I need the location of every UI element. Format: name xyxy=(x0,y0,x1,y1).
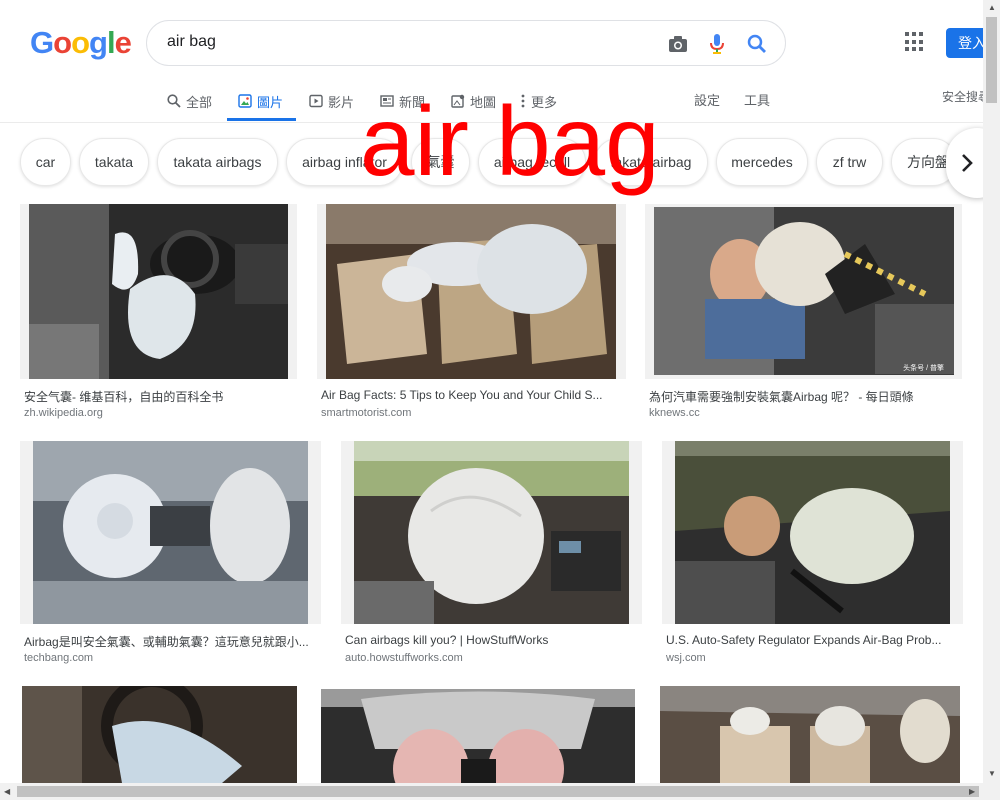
google-logo[interactable]: Google xyxy=(30,25,132,61)
horizontal-scroll-thumb[interactable] xyxy=(17,786,979,797)
tab-label: 圖片 xyxy=(257,94,284,110)
logo-letter: l xyxy=(106,25,116,60)
camera-icon[interactable] xyxy=(666,32,690,56)
result-thumbnail[interactable] xyxy=(321,689,635,783)
chip-zf-trw[interactable]: zf trw xyxy=(816,138,883,186)
result-thumbnail[interactable] xyxy=(341,441,642,624)
tab-all[interactable]: 全部 xyxy=(167,90,212,112)
search-icon xyxy=(167,94,181,108)
result-source: zh.wikipedia.org xyxy=(24,407,103,419)
chip-takata[interactable]: takata xyxy=(79,138,149,186)
tab-maps[interactable]: 地圖 xyxy=(451,90,496,112)
result-title[interactable]: Air Bag Facts: 5 Tips to Keep You and Yo… xyxy=(321,388,617,402)
chip-takata-airbags[interactable]: takata airbags xyxy=(157,138,278,186)
logo-letter: o xyxy=(53,25,72,60)
scroll-down-icon[interactable]: ▼ xyxy=(988,769,996,778)
tab-videos[interactable]: 影片 xyxy=(309,90,354,112)
result-source: techbang.com xyxy=(24,652,94,664)
more-vert-icon xyxy=(521,94,525,108)
logo-letter: g xyxy=(89,25,108,60)
tab-label: 地圖 xyxy=(470,94,497,110)
image-watermark: 头条号 / 普擎 xyxy=(903,365,944,372)
related-search-chips: car takata takata airbags airbag inflato… xyxy=(0,138,1000,188)
chip-air-sac[interactable]: 氣囊 xyxy=(411,138,470,186)
news-icon xyxy=(380,95,394,107)
result-thumbnail[interactable]: 头条号 / 普擎 xyxy=(645,204,962,379)
tab-label: 新聞 xyxy=(399,94,426,110)
result-source: smartmotorist.com xyxy=(321,407,412,419)
horizontal-scrollbar[interactable]: ◀ ▶ xyxy=(0,783,1000,800)
logo-letter: o xyxy=(71,25,90,60)
tab-more[interactable]: 更多 xyxy=(520,90,557,112)
logo-letter: e xyxy=(114,25,132,60)
apps-grid-icon[interactable] xyxy=(905,32,925,52)
tab-label: 更多 xyxy=(531,94,558,110)
result-thumbnail[interactable] xyxy=(20,204,297,379)
logo-letter: G xyxy=(30,25,54,60)
settings-link[interactable]: 設定 xyxy=(694,90,720,109)
result-thumbnail[interactable] xyxy=(662,441,963,624)
tools-link[interactable]: 工具 xyxy=(744,90,770,109)
chip-airbag-inflator[interactable]: airbag inflator xyxy=(286,138,403,186)
image-icon xyxy=(238,94,252,108)
search-input[interactable] xyxy=(167,33,647,51)
result-thumbnail[interactable] xyxy=(660,686,960,783)
result-title[interactable]: U.S. Auto-Safety Regulator Expands Air-B… xyxy=(666,633,958,647)
tab-label: 影片 xyxy=(328,94,355,110)
safe-search-link[interactable]: 安全搜尋 xyxy=(942,88,983,105)
result-thumbnail[interactable] xyxy=(20,441,321,624)
vertical-scrollbar[interactable]: ▲ ▼ xyxy=(983,0,1000,783)
result-title[interactable]: Airbag是叫安全氣囊、或輔助氣囊？這玩意兒就跟小... xyxy=(24,633,316,650)
result-title[interactable]: 安全气囊- 维基百科，自由的百科全书 xyxy=(24,388,294,405)
result-title[interactable]: Can airbags kill you? | HowStuffWorks xyxy=(345,633,637,647)
search-tabs: 全部 圖片 影片 新聞 地圖 更多 設定 工具 安全搜尋 xyxy=(0,80,1000,123)
tab-news[interactable]: 新聞 xyxy=(380,90,425,112)
result-source: kknews.cc xyxy=(649,407,700,419)
scroll-right-icon[interactable]: ▶ xyxy=(969,787,975,796)
video-icon xyxy=(309,94,323,108)
chip-airbag-recall[interactable]: airbag recall xyxy=(478,138,586,186)
result-thumbnail[interactable] xyxy=(317,204,626,379)
microphone-icon[interactable] xyxy=(705,32,729,56)
chip-car[interactable]: car xyxy=(20,138,71,186)
search-box xyxy=(146,20,786,66)
tab-label: 全部 xyxy=(186,94,213,110)
google-image-search-page: Google 登入 全部 圖片 影片 新聞 xyxy=(0,0,1000,800)
vertical-scroll-thumb[interactable] xyxy=(986,17,997,103)
map-icon xyxy=(451,94,465,108)
result-source: auto.howstuffworks.com xyxy=(345,652,463,664)
active-tab-indicator xyxy=(227,118,296,121)
result-source: wsj.com xyxy=(666,652,706,664)
chip-mercedes[interactable]: mercedes xyxy=(716,138,808,186)
result-title[interactable]: 為何汽車需要強制安裝氣囊Airbag 呢？ - 每日頭條 xyxy=(649,388,949,405)
chevron-right-icon xyxy=(962,154,973,172)
result-thumbnail[interactable] xyxy=(22,686,297,783)
scroll-up-icon[interactable]: ▲ xyxy=(988,3,996,12)
scroll-left-icon[interactable]: ◀ xyxy=(4,787,10,796)
chip-takata-airbag[interactable]: takata airbag xyxy=(594,138,708,186)
search-icon[interactable] xyxy=(745,32,769,56)
tab-images[interactable]: 圖片 xyxy=(238,90,283,112)
